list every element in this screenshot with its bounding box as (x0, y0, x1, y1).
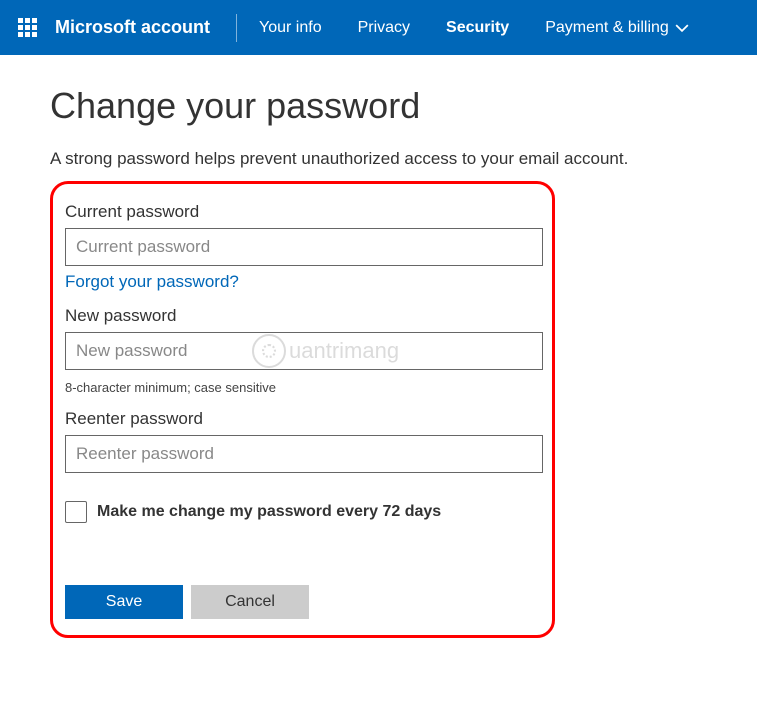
nav-bar: Your info Privacy Security Payment & bil… (241, 19, 707, 37)
checkbox-row: Make me change my password every 72 days (65, 501, 540, 523)
brand-title[interactable]: Microsoft account (55, 17, 232, 38)
button-row: Save Cancel (65, 585, 540, 619)
cancel-button[interactable]: Cancel (191, 585, 309, 619)
header-divider (236, 14, 237, 42)
current-password-input[interactable] (65, 228, 543, 266)
reenter-password-label: Reenter password (65, 409, 540, 429)
nav-security[interactable]: Security (428, 19, 527, 37)
nav-privacy[interactable]: Privacy (340, 19, 428, 37)
page-subtitle: A strong password helps prevent unauthor… (50, 149, 707, 169)
nav-payment-label: Payment & billing (545, 19, 669, 37)
nav-your-info[interactable]: Your info (241, 19, 340, 37)
password-hint: 8-character minimum; case sensitive (65, 380, 540, 395)
page-title: Change your password (50, 85, 707, 127)
new-password-label: New password (65, 306, 540, 326)
app-launcher-icon[interactable] (18, 18, 37, 37)
nav-payment-billing[interactable]: Payment & billing (527, 19, 707, 37)
forgot-password-link[interactable]: Forgot your password? (65, 272, 239, 292)
current-password-label: Current password (65, 202, 540, 222)
save-button[interactable]: Save (65, 585, 183, 619)
chevron-down-icon (675, 21, 689, 35)
password-form-box: Current password Forgot your password? N… (50, 181, 555, 638)
new-password-input[interactable] (65, 332, 543, 370)
change-72-days-label: Make me change my password every 72 days (97, 503, 441, 521)
reenter-password-input[interactable] (65, 435, 543, 473)
change-72-days-checkbox[interactable] (65, 501, 87, 523)
header-bar: Microsoft account Your info Privacy Secu… (0, 0, 757, 55)
content-area: Change your password A strong password h… (0, 55, 757, 668)
